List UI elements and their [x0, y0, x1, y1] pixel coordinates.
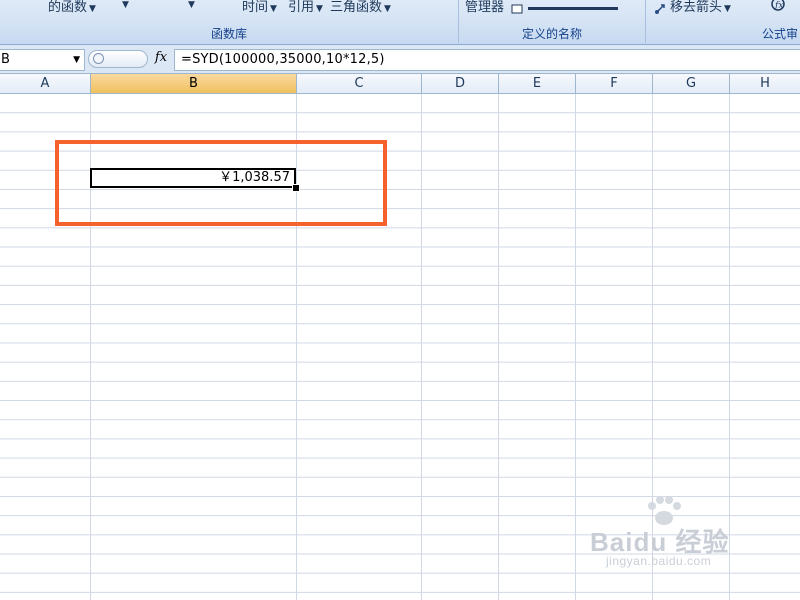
- lookup-reference-button[interactable]: 引用 ▼: [288, 0, 323, 15]
- remove-arrows-icon: [655, 3, 665, 14]
- defined-names-group: 管理器 定义的名称: [459, 0, 646, 43]
- function-library-label: 函数库: [210, 27, 247, 41]
- math-trig-label: 三角函数: [330, 0, 383, 15]
- circle-icon: [93, 53, 104, 64]
- column-divider: [296, 94, 297, 600]
- baidu-jingyan-watermark: Baidu 经验 jingyan.baidu.com: [590, 496, 760, 574]
- active-cell[interactable]: ￥1,038.57: [90, 168, 296, 188]
- lookup-reference-label: 引用: [288, 0, 315, 15]
- chevron-down-icon: ▼: [384, 4, 391, 14]
- insert-function-button[interactable]: fx: [150, 48, 172, 68]
- column-header-g[interactable]: G: [653, 74, 730, 93]
- chevron-down-icon: ▼: [89, 4, 96, 14]
- dropdown-button[interactable]: ▼: [120, 0, 129, 11]
- fill-handle[interactable]: [292, 184, 300, 192]
- column-divider: [421, 94, 422, 600]
- column-header-e[interactable]: E: [499, 74, 576, 93]
- column-header-d[interactable]: D: [422, 74, 499, 93]
- dropdown-button[interactable]: ▼: [186, 0, 195, 11]
- column-header-f[interactable]: F: [576, 74, 653, 93]
- watermark-url: jingyan.baidu.com: [606, 554, 712, 568]
- more-functions-button[interactable]: 的函数 ▼: [48, 0, 96, 15]
- column-header-a[interactable]: A: [0, 74, 91, 93]
- column-header-c[interactable]: C: [297, 74, 422, 93]
- evaluate-formula-icon: fx: [771, 0, 785, 11]
- column-header-b[interactable]: B: [91, 74, 297, 93]
- fx-icon: fx: [154, 50, 168, 65]
- formula-bar: B ▼ fx =SYD(100000,35000,10*12,5): [0, 45, 800, 74]
- column-divider: [575, 94, 576, 600]
- ribbon: 的函数▼ ▼ ▼ 时间▼ 引用▼ 三角函数▼ 函数库 管理器 定义的名称: [0, 0, 800, 45]
- name-manager-button[interactable]: 管理器: [465, 0, 626, 15]
- chevron-down-icon: ▼: [724, 4, 731, 14]
- function-library-group: 的函数 ▼ ▼ ▼ 时间 ▼ 引用 ▼ 三角函数 ▼ 函数库: [0, 0, 459, 43]
- svg-text:fx: fx: [774, 1, 783, 11]
- defined-names-label: 定义的名称: [521, 27, 582, 41]
- chevron-down-icon[interactable]: ▼: [73, 50, 80, 70]
- formula-bar-resize-handle[interactable]: [88, 50, 148, 68]
- date-time-label: 时间: [242, 0, 269, 15]
- column-divider: [498, 94, 499, 600]
- formula-input[interactable]: =SYD(100000,35000,10*12,5): [174, 49, 800, 71]
- chevron-down-icon: ▼: [316, 4, 323, 14]
- chevron-down-icon: ▼: [122, 0, 129, 10]
- date-time-button[interactable]: 时间 ▼: [242, 0, 277, 15]
- formula-auditing-label: 公式审: [761, 27, 798, 41]
- column-header-h[interactable]: H: [730, 74, 800, 93]
- formula-auditing-group: 移去箭头 ▼ fx 公式审: [646, 0, 800, 43]
- name-manager-label: 管理器: [465, 0, 505, 15]
- math-trig-button[interactable]: 三角函数 ▼: [330, 0, 391, 15]
- name-box-value: B: [1, 52, 10, 67]
- name-box[interactable]: B ▼: [0, 49, 85, 71]
- remove-arrows-button[interactable]: 移去箭头 ▼: [654, 0, 731, 15]
- evaluate-formula-button[interactable]: fx: [770, 0, 788, 12]
- chevron-down-icon: ▼: [188, 0, 195, 10]
- remove-arrows-label: 移去箭头: [670, 0, 723, 15]
- more-functions-label: 的函数: [48, 0, 88, 15]
- chevron-down-icon: ▼: [270, 4, 277, 14]
- column-headers: A B C D E F G H: [0, 74, 800, 94]
- define-name-icon: [511, 4, 619, 13]
